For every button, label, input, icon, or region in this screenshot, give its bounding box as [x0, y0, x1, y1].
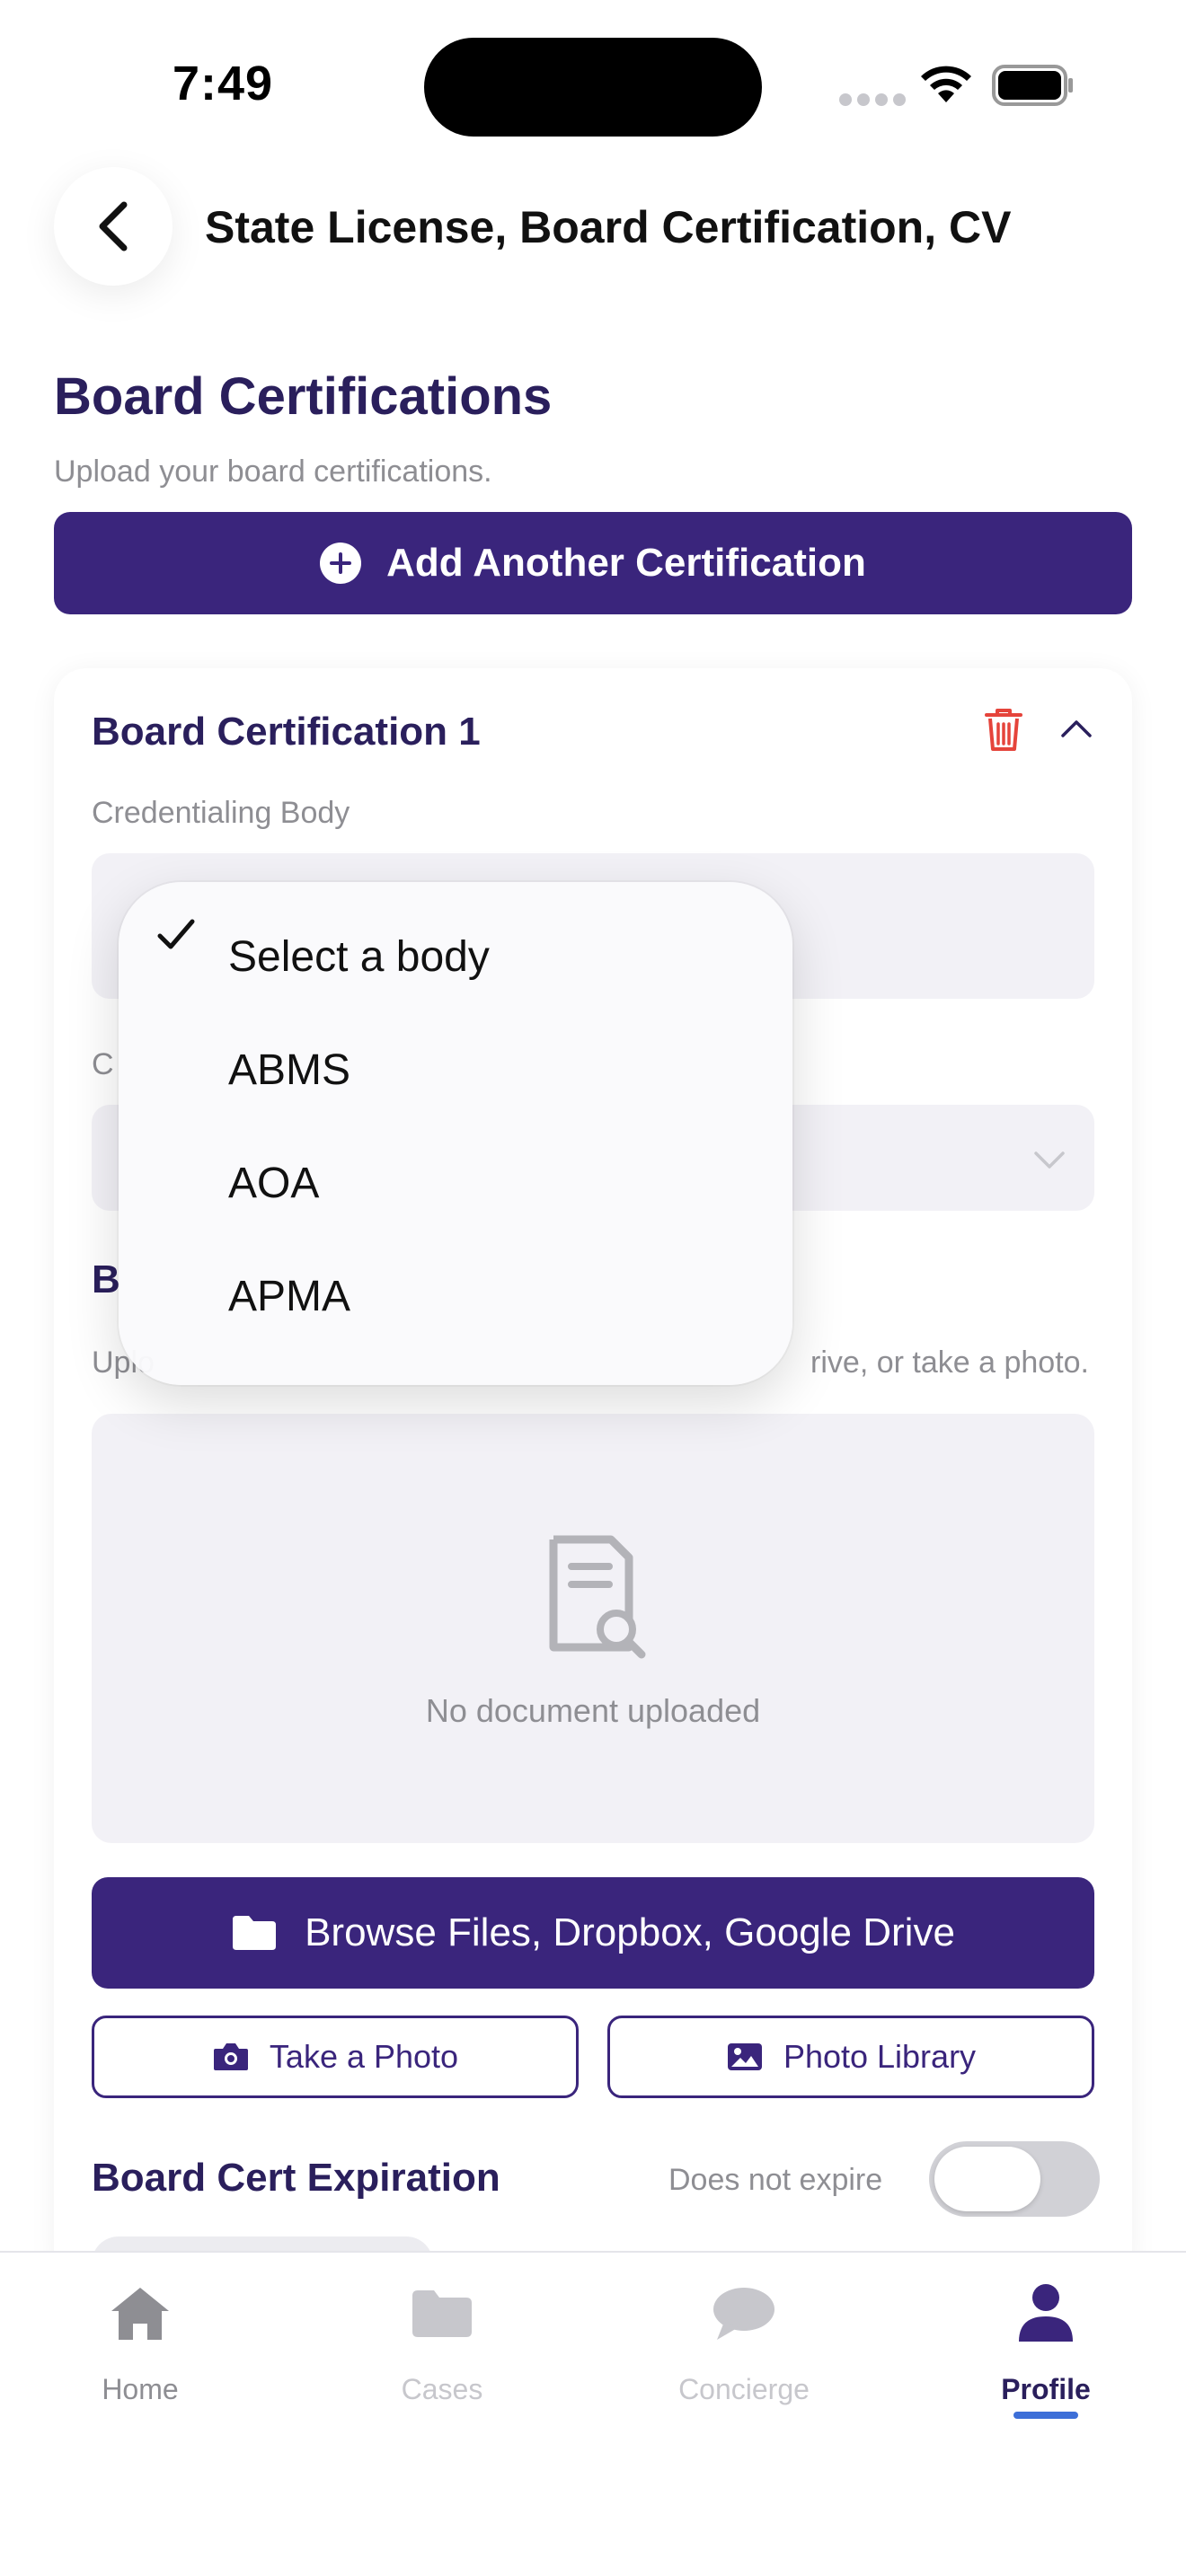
card-title: Board Certification 1: [92, 710, 481, 754]
image-icon: [727, 2043, 762, 2070]
photo-library-button[interactable]: Photo Library: [607, 2016, 1094, 2098]
tab-home-label: Home: [102, 2373, 179, 2405]
section-subtitle: Upload your board certifications.: [54, 454, 492, 489]
tab-profile-label: Profile: [1001, 2373, 1091, 2405]
menu-option-apma[interactable]: APMA: [228, 1272, 350, 1321]
tab-concierge-label: Concierge: [678, 2373, 810, 2405]
chevron-left-icon: [99, 201, 128, 251]
menu-option-aoa[interactable]: AOA: [228, 1159, 319, 1208]
home-icon: [111, 2288, 169, 2340]
toggle-knob: [934, 2147, 1040, 2211]
chevron-down-icon: [1034, 1151, 1065, 1169]
menu-option-select-a-body[interactable]: Select a body: [228, 932, 490, 982]
checkmark-icon: [157, 919, 195, 949]
chat-bubble-icon: [713, 2288, 774, 2340]
camera-icon: [213, 2043, 248, 2070]
tab-home[interactable]: Home: [23, 2278, 257, 2406]
plus-circle-icon: [320, 543, 362, 584]
folder-icon: [233, 1916, 277, 1950]
does-not-expire-toggle[interactable]: [929, 2141, 1100, 2217]
credentialing-body-menu: Select a body ABMS AOA APMA: [119, 882, 792, 1385]
status-time: 7:49: [173, 57, 274, 110]
person-icon: [1019, 2284, 1073, 2342]
take-photo-button[interactable]: Take a Photo: [92, 2016, 579, 2098]
active-tab-indicator: [1013, 2412, 1078, 2419]
add-certification-button[interactable]: Add Another Certification: [54, 512, 1132, 614]
does-not-expire-label: Does not expire: [668, 2163, 883, 2197]
tab-concierge[interactable]: Concierge: [627, 2278, 861, 2406]
upload-section-label: B: [92, 1257, 120, 1301]
trash-icon[interactable]: [983, 706, 1024, 753]
tab-profile[interactable]: Profile: [929, 2278, 1163, 2406]
page-title: State License, Board Certification, CV: [205, 202, 1012, 252]
menu-option-abms[interactable]: ABMS: [228, 1045, 350, 1095]
browse-files-button[interactable]: Browse Files, Dropbox, Google Drive: [92, 1877, 1094, 1989]
back-button[interactable]: [54, 167, 173, 286]
expiration-label: Board Cert Expiration: [92, 2156, 500, 2200]
tab-cases[interactable]: Cases: [325, 2278, 559, 2406]
document-search-icon: [549, 1535, 646, 1659]
certification-field-label: C: [92, 1047, 114, 1081]
add-certification-label: Add Another Certification: [386, 541, 866, 585]
browse-files-label: Browse Files, Dropbox, Google Drive: [305, 1910, 955, 1954]
dynamic-island: [424, 38, 762, 137]
photo-library-label: Photo Library: [783, 2038, 977, 2075]
chevron-up-icon[interactable]: [1060, 719, 1093, 738]
tab-cases-label: Cases: [401, 2373, 483, 2405]
take-photo-label: Take a Photo: [269, 2038, 459, 2075]
section-title: Board Certifications: [54, 367, 553, 426]
credentialing-body-label: Credentialing Body: [92, 796, 350, 830]
cellular-signal-icon: [839, 93, 906, 106]
battery-icon: [992, 65, 1073, 106]
folder-icon: [412, 2290, 472, 2337]
no-document-text: No document uploaded: [425, 1692, 761, 1729]
wifi-icon: [921, 66, 971, 102]
